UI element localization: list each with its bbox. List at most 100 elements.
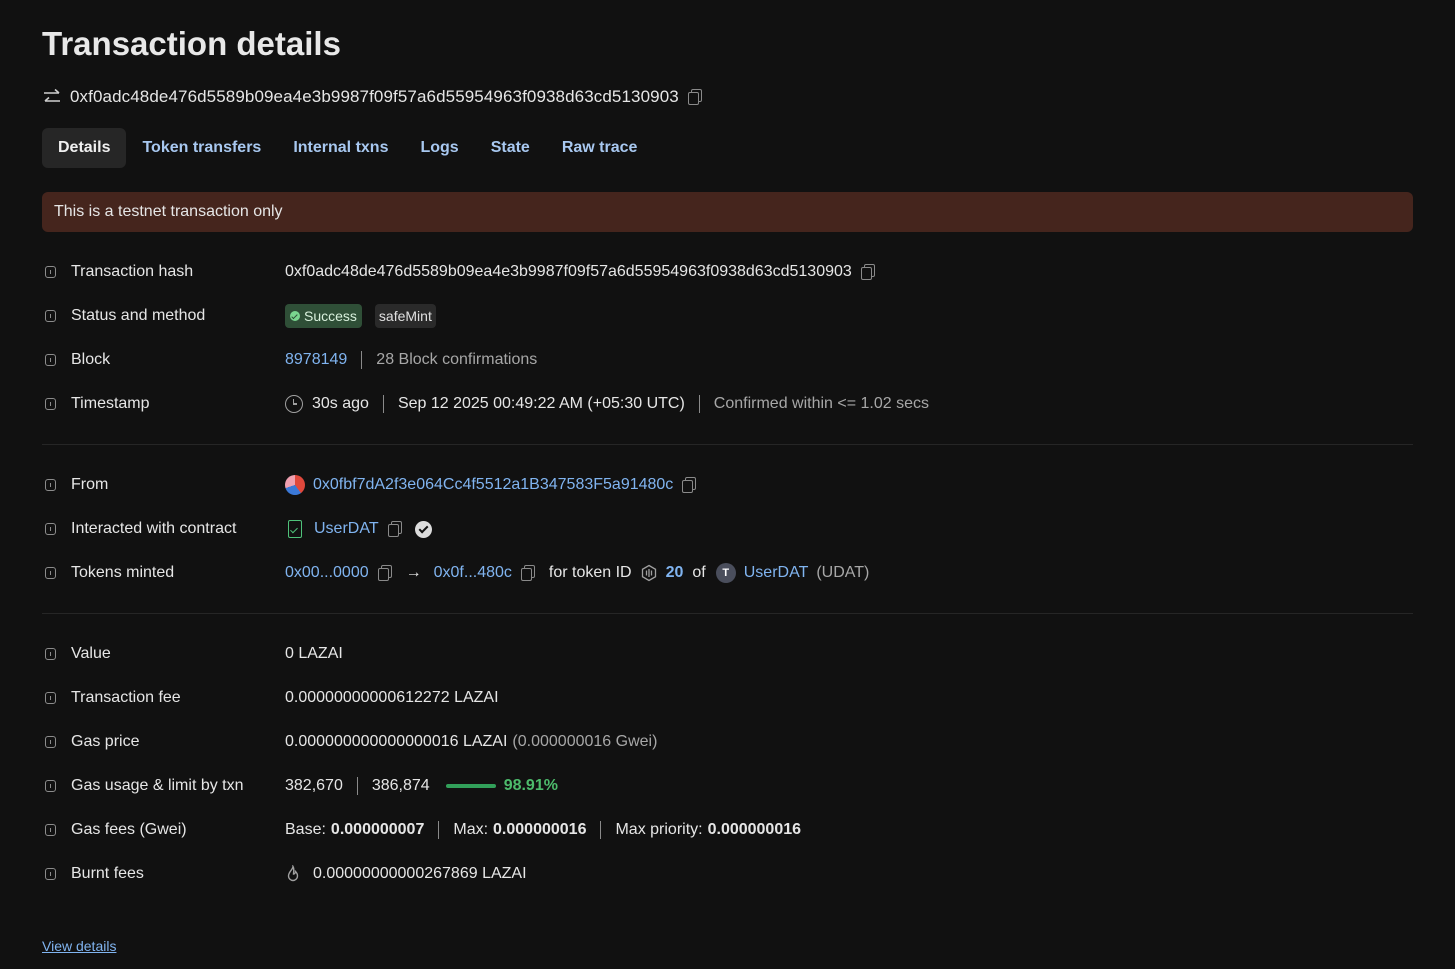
token-icon: T <box>715 563 736 583</box>
tx-hash-header: 0xf0adc48de476d5589b09ea4e3b9987f09f57a6… <box>42 83 1413 111</box>
gas-priority-label: Max priority: <box>615 821 703 838</box>
row-from: From 0x0fbf7dA2f3e064Cc4f5512a1B347583F5… <box>42 463 1413 507</box>
info-icon[interactable] <box>45 824 56 836</box>
info-icon[interactable] <box>45 310 56 322</box>
gas-max-value: 0.000000016 <box>493 821 587 838</box>
token-symbol: (UDAT) <box>816 564 870 581</box>
info-icon[interactable] <box>45 354 56 366</box>
block-confirmations: 28 Block confirmations <box>376 351 538 368</box>
copy-icon[interactable] <box>682 477 697 493</box>
separator <box>600 821 602 839</box>
info-icon[interactable] <box>45 648 56 660</box>
info-icon[interactable] <box>45 479 56 491</box>
separator <box>356 777 358 795</box>
clock-icon <box>285 395 303 413</box>
address-section: From 0x0fbf7dA2f3e064Cc4f5512a1B347583F5… <box>42 463 1413 595</box>
swap-arrows-icon <box>44 88 60 102</box>
of-text: of <box>692 564 706 581</box>
value-amount: 0 LAZAI <box>285 645 343 662</box>
row-label: Gas fees (Gwei) <box>71 821 187 838</box>
view-details-link[interactable]: View details <box>42 938 116 954</box>
copy-icon[interactable] <box>860 264 875 280</box>
divider <box>42 444 1413 445</box>
row-label: From <box>71 476 109 493</box>
copy-icon[interactable] <box>377 565 392 581</box>
gas-base-value: 0.000000007 <box>330 821 425 838</box>
info-icon[interactable] <box>45 266 56 278</box>
row-transaction-hash: Transaction hash 0xf0adc48de476d5589b09e… <box>42 250 1413 294</box>
info-icon[interactable] <box>45 736 56 748</box>
info-icon[interactable] <box>45 523 56 535</box>
info-icon[interactable] <box>45 692 56 704</box>
row-label: Block <box>71 351 111 368</box>
row-label: Transaction hash <box>71 263 194 280</box>
row-label: Gas usage & limit by txn <box>71 777 244 794</box>
token-name-link[interactable]: UserDAT <box>744 564 809 582</box>
info-icon[interactable] <box>45 780 56 792</box>
row-transaction-fee: Transaction fee 0.00000000000612272 LAZA… <box>42 676 1413 720</box>
separator <box>361 351 363 369</box>
divider <box>42 613 1413 614</box>
row-label: Interacted with contract <box>71 520 237 537</box>
gas-price-amount: 0.000000000000000016 LAZAI <box>285 733 508 750</box>
tab-bar: Details Token transfers Internal txns Lo… <box>42 128 1413 168</box>
copy-icon[interactable] <box>387 521 402 537</box>
gas-used: 382,670 <box>285 777 343 794</box>
timestamp-ago: 30s ago <box>312 395 369 412</box>
tab-token-transfers[interactable]: Token transfers <box>126 128 277 168</box>
row-label: Gas price <box>71 733 140 750</box>
row-block: Block 8978149 28 Block confirmations <box>42 338 1413 382</box>
row-label: Transaction fee <box>71 689 181 706</box>
gas-price-gwei: (0.000000016 Gwei) <box>512 733 658 750</box>
timestamp-confirmed: Confirmed within <= 1.02 secs <box>713 395 930 412</box>
row-label: Status and method <box>71 307 206 324</box>
gas-max-label: Max: <box>453 821 489 838</box>
flame-icon <box>287 865 299 882</box>
info-icon[interactable] <box>45 398 56 410</box>
row-gas-usage: Gas usage & limit by txn 382,670 386,874… <box>42 764 1413 808</box>
gas-usage-progress-bar <box>445 784 496 788</box>
gas-limit: 386,874 <box>371 777 430 794</box>
verified-check-icon <box>414 520 432 538</box>
row-value: Value 0 LAZAI <box>42 632 1413 676</box>
tab-state[interactable]: State <box>475 128 546 168</box>
copy-icon[interactable] <box>687 89 702 105</box>
gas-priority-value: 0.000000016 <box>707 821 802 838</box>
tab-internal-txns[interactable]: Internal txns <box>277 128 404 168</box>
gas-base-label: Base: <box>285 821 326 838</box>
transaction-hash-value: 0xf0adc48de476d5589b09ea4e3b9987f09f57a6… <box>285 263 852 280</box>
details-section: Transaction hash 0xf0adc48de476d5589b09e… <box>42 250 1413 426</box>
copy-icon[interactable] <box>520 565 535 581</box>
tab-logs[interactable]: Logs <box>404 128 474 168</box>
address-avatar <box>285 475 305 495</box>
tab-raw-trace[interactable]: Raw trace <box>546 128 654 168</box>
timestamp-date: Sep 12 2025 00:49:22 AM (+05:30 UTC) <box>397 395 685 412</box>
info-icon[interactable] <box>45 868 56 880</box>
status-badge: Success <box>285 304 362 328</box>
separator <box>382 395 384 413</box>
row-gas-fees: Gas fees (Gwei) Base: 0.000000007 Max: 0… <box>42 808 1413 852</box>
row-tokens-minted: Tokens minted 0x00...0000 → 0x0f...480c … <box>42 551 1413 595</box>
page: Transaction details 0xf0adc48de476d5589b… <box>0 0 1455 969</box>
contract-link[interactable]: UserDAT <box>314 520 379 538</box>
arrow-right-icon: → <box>405 564 422 581</box>
row-timestamp: Timestamp 30s ago Sep 12 2025 00:49:22 A… <box>42 382 1413 426</box>
info-icon[interactable] <box>45 567 56 579</box>
page-title: Transaction details <box>42 25 341 62</box>
for-token-id-text: for token ID <box>548 564 632 581</box>
token-id-link[interactable]: 20 <box>666 564 684 582</box>
tx-hash-title: 0xf0adc48de476d5589b09ea4e3b9987f09f57a6… <box>70 87 679 106</box>
hexagon-nft-icon <box>641 564 656 582</box>
row-label: Tokens minted <box>71 564 175 581</box>
row-gas-price: Gas price 0.000000000000000016 LAZAI (0.… <box>42 720 1413 764</box>
mint-to-address-link[interactable]: 0x0f...480c <box>434 564 512 582</box>
method-badge: safeMint <box>374 304 436 328</box>
fee-section: Value 0 LAZAI Transaction fee 0.00000000… <box>42 632 1413 896</box>
row-status-method: Status and method Success safeMint <box>42 294 1413 338</box>
from-address-link[interactable]: 0x0fbf7dA2f3e064Cc4f5512a1B347583F5a9148… <box>313 476 673 494</box>
success-check-icon <box>290 311 300 321</box>
block-number-link[interactable]: 8978149 <box>285 351 347 369</box>
mint-from-address-link[interactable]: 0x00...0000 <box>285 564 369 582</box>
tab-details[interactable]: Details <box>42 128 127 168</box>
separator <box>698 395 700 413</box>
